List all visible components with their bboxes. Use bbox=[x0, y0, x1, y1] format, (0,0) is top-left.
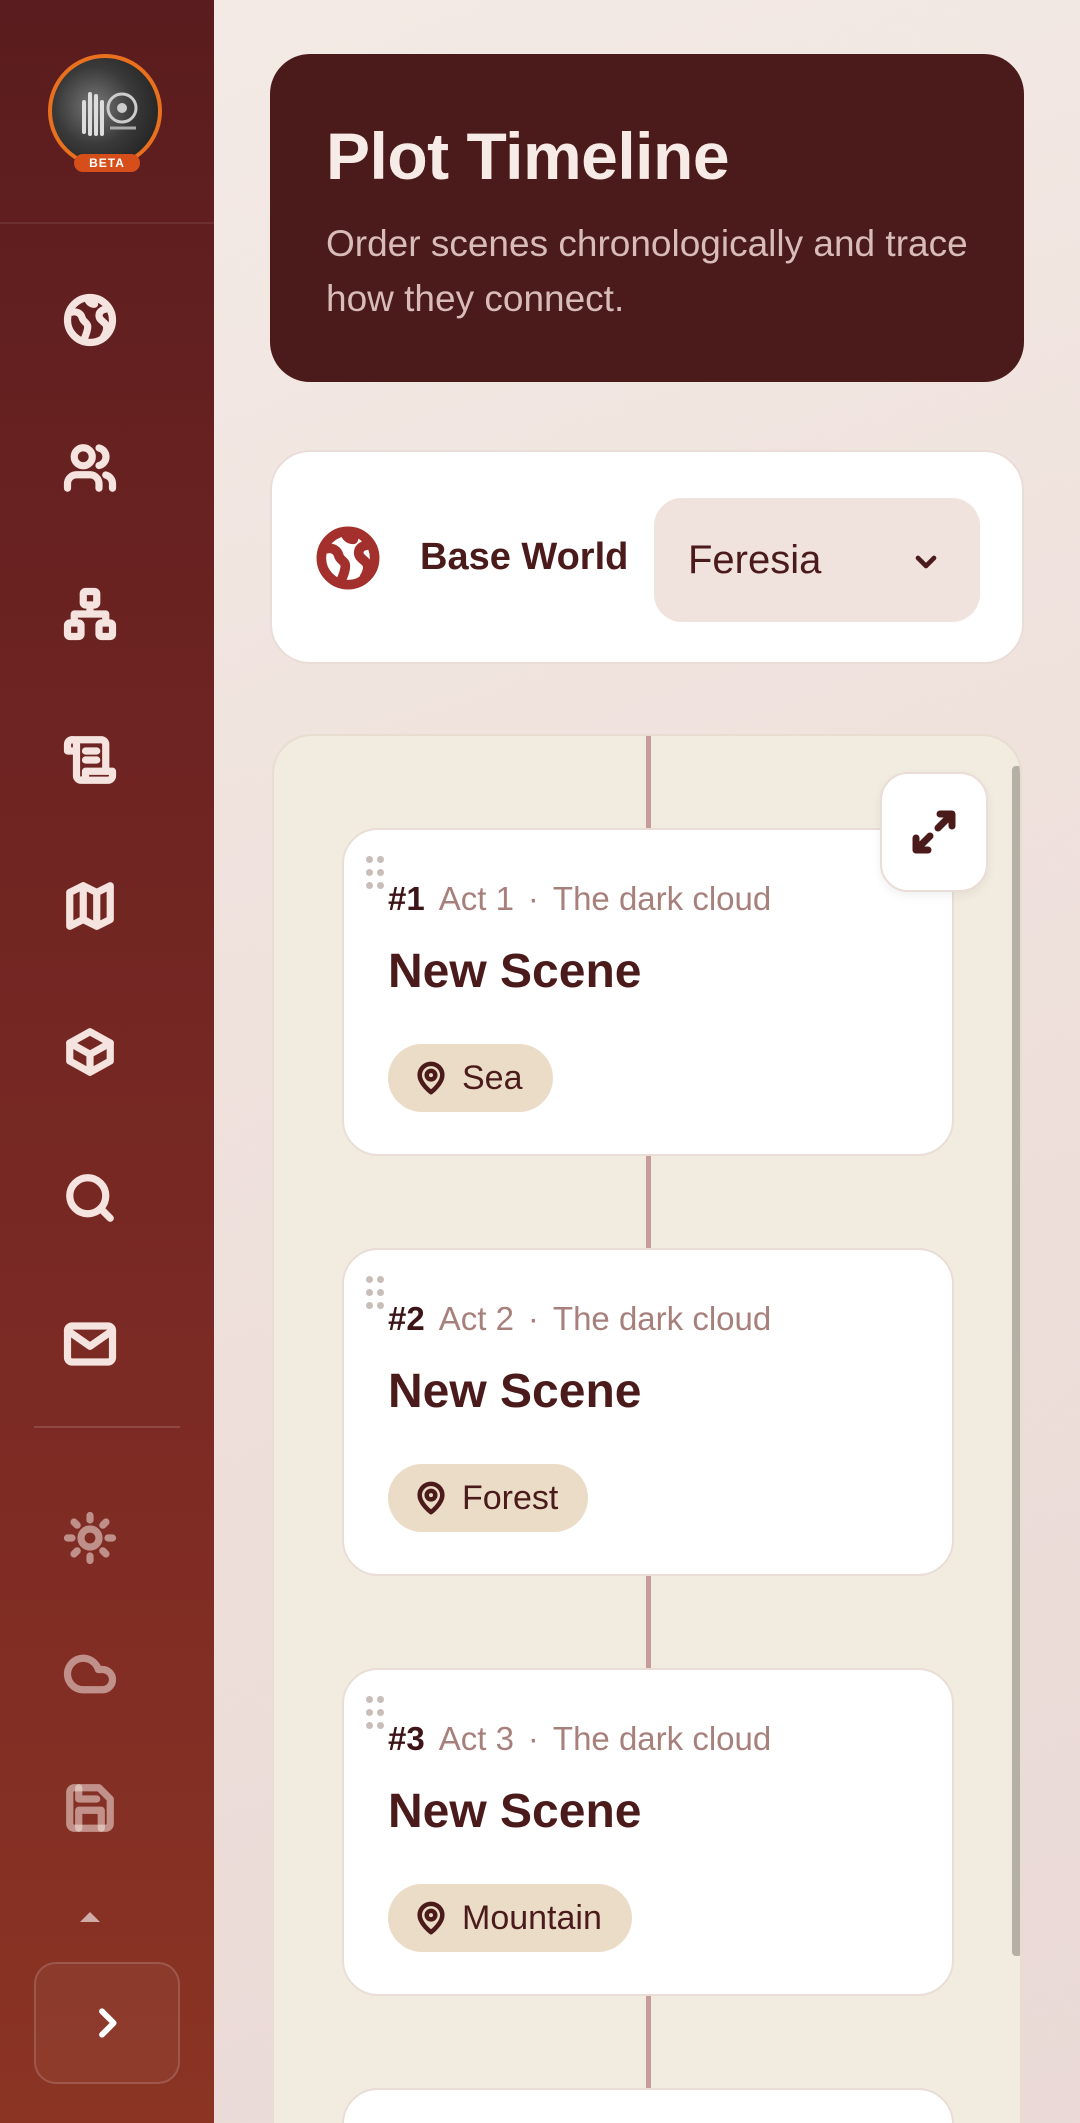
save-button[interactable] bbox=[60, 1778, 120, 1838]
nav-items[interactable] bbox=[60, 1022, 120, 1082]
chevron-right-icon bbox=[99, 2008, 117, 2038]
location-label: Mountain bbox=[462, 1898, 602, 1937]
scene-card[interactable]: #1 Act 1 · The dark cloud New Scene Sea bbox=[342, 828, 954, 1156]
scene-card[interactable]: #2 Act 2 · The dark cloud New Scene Forest bbox=[342, 1248, 954, 1576]
scene-title: New Scene bbox=[388, 945, 642, 998]
chevron-down-icon bbox=[915, 555, 937, 569]
avatar bbox=[48, 54, 162, 168]
cloud-sync[interactable] bbox=[60, 1644, 120, 1704]
sidebar: BETA bbox=[0, 0, 214, 2123]
location-pill[interactable]: Mountain bbox=[388, 1884, 632, 1952]
drag-handle-icon[interactable] bbox=[366, 1696, 388, 1736]
fullscreen-button[interactable] bbox=[880, 772, 988, 892]
sidebar-divider bbox=[0, 222, 214, 224]
scene-number: #2 bbox=[388, 1300, 425, 1337]
scene-act: Act 1 bbox=[438, 880, 514, 917]
globe-icon bbox=[316, 526, 380, 590]
nav-search[interactable] bbox=[60, 1168, 120, 1228]
scene-number: #1 bbox=[388, 880, 425, 917]
sidebar-expand-button[interactable] bbox=[34, 1962, 180, 2084]
scene-act: Act 3 bbox=[438, 1720, 514, 1757]
location-label: Sea bbox=[462, 1058, 523, 1097]
scene-card[interactable]: #3 Act 3 · The dark cloud New Scene Mountai… bbox=[342, 1668, 954, 1996]
nav-worlds[interactable] bbox=[60, 290, 120, 350]
scene-meta: #3 Act 3 · The dark cloud bbox=[388, 1720, 771, 1758]
nav-relations[interactable] bbox=[60, 584, 120, 644]
hierarchy-icon bbox=[63, 587, 117, 641]
page-title: Plot Timeline bbox=[326, 119, 730, 193]
cloud-icon bbox=[63, 1654, 117, 1694]
scene-meta: #2 Act 2 · The dark cloud bbox=[388, 1300, 771, 1338]
scene-act: Act 2 bbox=[438, 1300, 514, 1337]
user-avatar[interactable]: BETA bbox=[48, 54, 166, 172]
page-subtitle: Order scenes chronologically and trace h… bbox=[326, 223, 968, 319]
sun-icon bbox=[63, 1511, 117, 1565]
world-icon-wrap bbox=[316, 526, 380, 595]
theme-toggle[interactable] bbox=[60, 1508, 120, 1568]
timeline-panel: #1 Act 1 · The dark cloud New Scene Sea #2 A… bbox=[272, 734, 1022, 2123]
scene-title: New Scene bbox=[388, 1785, 642, 1838]
location-pill[interactable]: Forest bbox=[388, 1464, 589, 1532]
map-pin-icon bbox=[417, 1901, 445, 1935]
world-selector-card: Base World Feresia bbox=[270, 450, 1024, 664]
map-pin-icon bbox=[417, 1061, 445, 1095]
search-icon bbox=[66, 1174, 114, 1222]
meta-separator: · bbox=[527, 1300, 539, 1337]
meta-separator: · bbox=[527, 880, 539, 917]
beta-badge: BETA bbox=[74, 154, 140, 172]
nav-messages[interactable] bbox=[60, 1314, 120, 1374]
scene-arc: The dark cloud bbox=[552, 1720, 772, 1757]
drag-handle-icon[interactable] bbox=[366, 1276, 388, 1316]
globe-icon bbox=[63, 293, 117, 347]
base-world-label: Base World bbox=[420, 536, 629, 578]
location-pill[interactable]: Sea bbox=[388, 1044, 553, 1112]
scene-arc: The dark cloud bbox=[552, 1300, 772, 1337]
mail-icon bbox=[63, 1322, 117, 1366]
box-icon bbox=[66, 1028, 114, 1076]
page-header: Plot Timeline Order scenes chronological… bbox=[270, 54, 1024, 382]
drag-handle-icon[interactable] bbox=[366, 856, 388, 896]
save-icon bbox=[66, 1784, 114, 1832]
meta-separator: · bbox=[527, 1720, 539, 1757]
avatar-art-icon bbox=[82, 92, 138, 136]
scene-meta: #1 Act 1 · The dark cloud bbox=[388, 880, 771, 918]
scene-arc: The dark cloud bbox=[552, 880, 772, 917]
users-icon bbox=[63, 444, 117, 492]
scene-card-partial[interactable] bbox=[342, 2088, 954, 2123]
nav-maps[interactable] bbox=[60, 876, 120, 936]
caret-up-icon bbox=[80, 1912, 100, 1922]
expand-icon bbox=[912, 810, 956, 854]
sidebar-divider bbox=[34, 1426, 180, 1428]
scene-number: #3 bbox=[388, 1720, 425, 1757]
scene-title: New Scene bbox=[388, 1365, 642, 1418]
scroll-icon bbox=[63, 736, 117, 784]
world-select-value: Feresia bbox=[688, 538, 822, 582]
timeline-scrollbar[interactable] bbox=[1012, 766, 1020, 1956]
map-pin-icon bbox=[417, 1481, 445, 1515]
world-select[interactable]: Feresia bbox=[654, 498, 980, 622]
map-icon bbox=[66, 882, 114, 930]
location-label: Forest bbox=[462, 1478, 559, 1517]
nav-characters[interactable] bbox=[60, 438, 120, 498]
nav-lore[interactable] bbox=[60, 730, 120, 790]
